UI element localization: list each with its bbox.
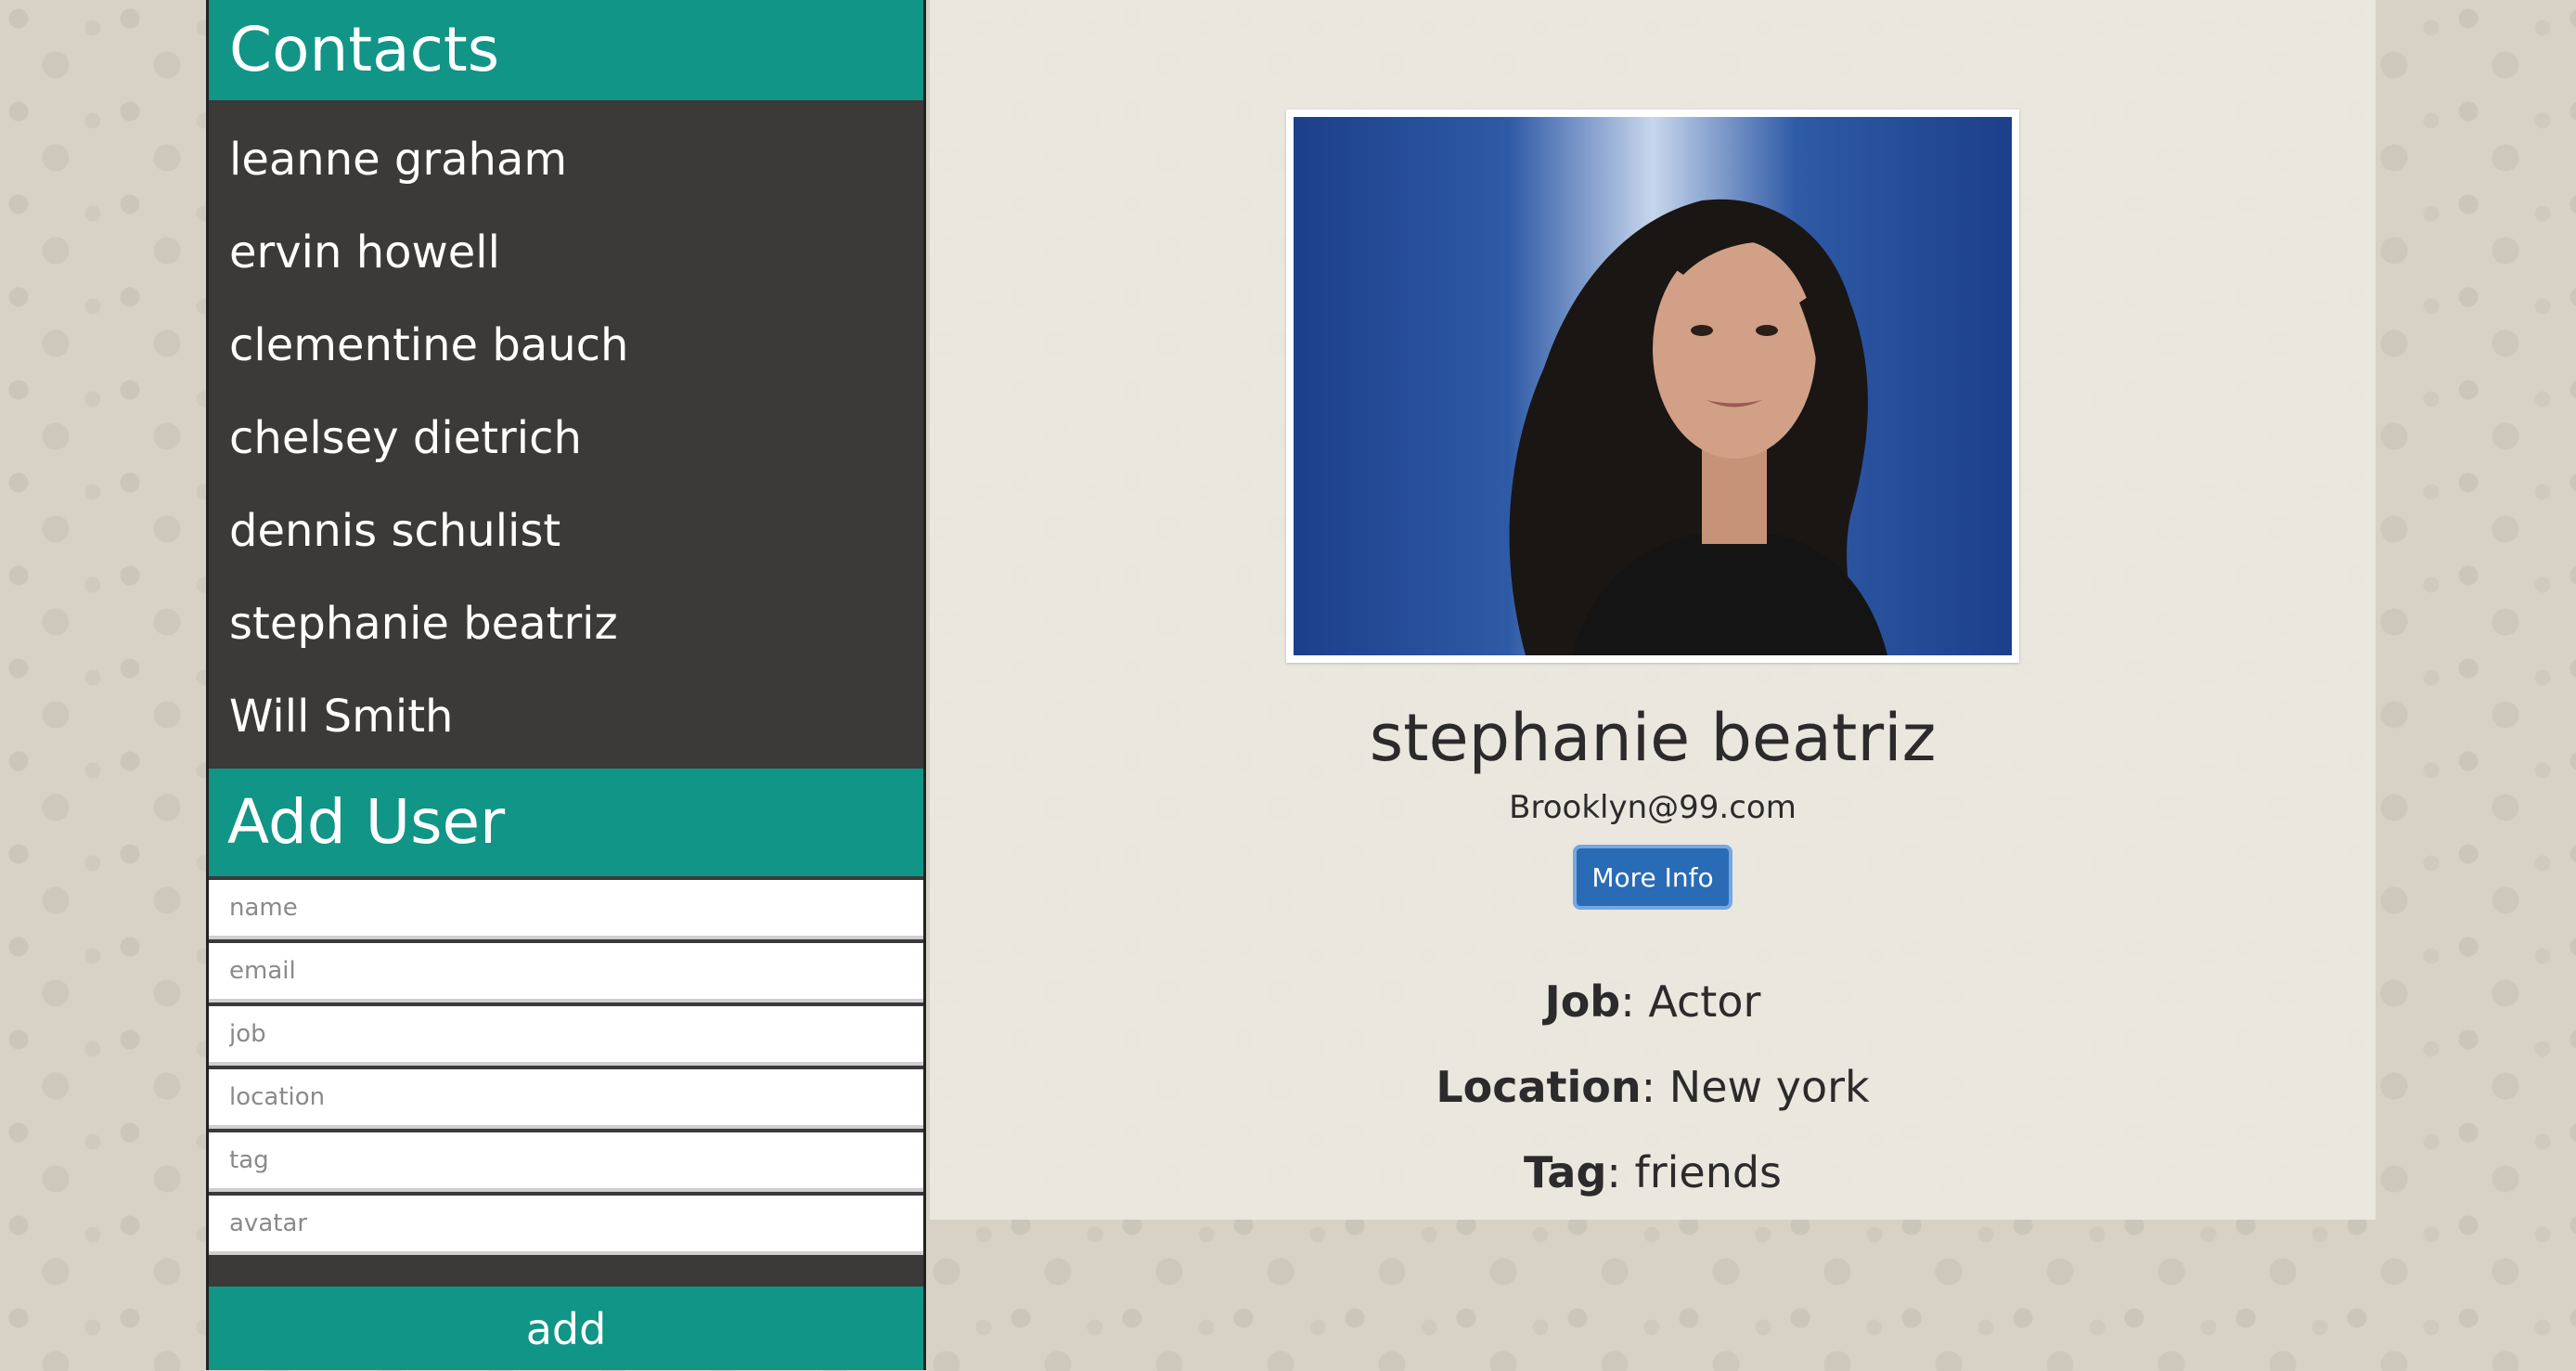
name-input[interactable] — [209, 880, 923, 939]
job-label: Job — [1544, 977, 1621, 1027]
avatar-frame — [1286, 110, 2019, 663]
avatar-photo — [1294, 117, 2012, 655]
add-user-form — [209, 880, 923, 1259]
location-value: New york — [1668, 1062, 1870, 1112]
add-button[interactable]: add — [209, 1287, 923, 1370]
colon: : — [1620, 977, 1649, 1027]
tag-input[interactable] — [209, 1132, 923, 1192]
tag-label: Tag — [1523, 1147, 1607, 1197]
job-value: Actor — [1648, 977, 1761, 1027]
tag-line: Tag: friends — [930, 1147, 2376, 1197]
contact-item[interactable]: dennis schulist — [209, 485, 923, 577]
colon: : — [1641, 1062, 1669, 1112]
location-line: Location: New york — [930, 1062, 2376, 1112]
contact-detail-panel: stephanie beatriz Brooklyn@99.com More I… — [930, 0, 2376, 1220]
contacts-title: Contacts — [209, 0, 923, 100]
contact-email: Brooklyn@99.com — [1509, 789, 1797, 826]
email-input[interactable] — [209, 943, 923, 1002]
contact-item[interactable]: leanne graham — [209, 113, 923, 206]
contact-item[interactable]: Will Smith — [209, 670, 923, 763]
location-input[interactable] — [209, 1069, 923, 1129]
contact-list: leanne graham ervin howell clementine ba… — [209, 100, 923, 763]
job-input[interactable] — [209, 1006, 923, 1066]
contacts-sidebar: Contacts leanne graham ervin howell clem… — [206, 0, 926, 1370]
portrait-illustration — [1509, 199, 1887, 655]
contact-name: stephanie beatriz — [1369, 700, 1937, 776]
job-line: Job: Actor — [930, 977, 2376, 1027]
contact-item[interactable]: chelsey dietrich — [209, 392, 923, 485]
contact-item[interactable]: stephanie beatriz — [209, 577, 923, 670]
colon: : — [1606, 1147, 1635, 1197]
add-user-title: Add User — [209, 769, 923, 876]
location-label: Location — [1436, 1062, 1642, 1112]
contact-item[interactable]: ervin howell — [209, 206, 923, 299]
contact-item[interactable]: clementine bauch — [209, 299, 923, 392]
avatar-input[interactable] — [209, 1196, 923, 1255]
more-info-button[interactable]: More Info — [1573, 845, 1732, 910]
tag-value: friends — [1634, 1147, 1783, 1197]
